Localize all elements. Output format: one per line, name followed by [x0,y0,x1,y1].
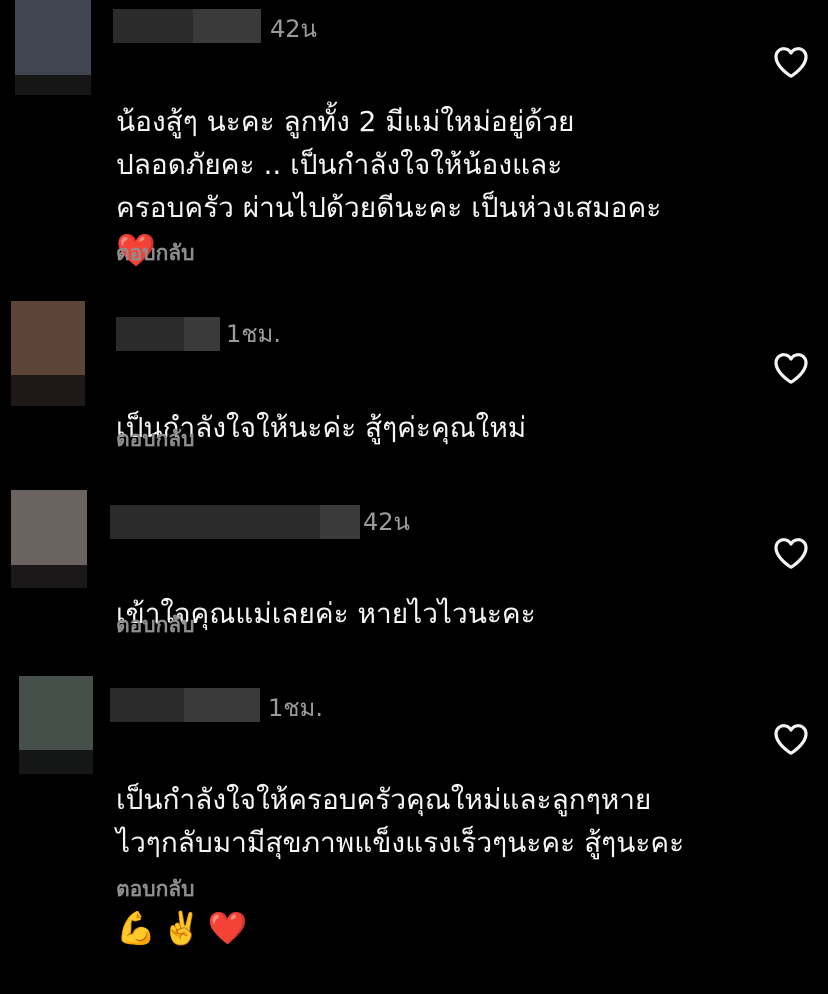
avatar[interactable] [11,490,97,588]
comment-timestamp: 42น [270,15,317,43]
like-button[interactable] [771,719,811,759]
reply-button[interactable]: ตอบกลับ [116,875,195,903]
reply-button[interactable]: ตอบกลับ [116,425,195,453]
like-button[interactable] [771,348,811,388]
username-redacted[interactable] [110,505,360,539]
reply-button[interactable]: ตอบกลับ [116,611,195,639]
heart-outline-icon [774,353,808,384]
avatar[interactable] [11,301,105,406]
comment-text-body: เป็นกำลังใจให้ครอบครัวคุณใหม่และลูกๆหาย … [116,783,685,859]
comment-text: เป็นกำลังใจให้ครอบครัวคุณใหม่และลูกๆหาย … [116,735,766,994]
heart-outline-icon [774,724,808,755]
username-redacted[interactable] [116,317,220,351]
comment-text: น้องสู้ๆ นะคะ ลูกทั้ง 2 มีแม่ใหม่อยู่ด้ว… [116,57,766,316]
comment-timestamp: 42น [363,508,410,536]
comment-timestamp: 1ชม. [226,320,282,348]
comment-emoji-row: ❤️ [116,229,766,273]
username-redacted[interactable] [110,688,260,722]
red-heart-emoji: ❤️ [207,909,248,947]
heart-outline-icon [774,538,808,569]
username-redacted[interactable] [113,9,261,43]
comment-timestamp: 1ชม. [268,694,324,722]
like-button[interactable] [771,533,811,573]
reply-button[interactable]: ตอบกลับ [116,239,195,267]
like-button[interactable] [771,42,811,82]
avatar[interactable] [19,676,95,774]
heart-outline-icon [774,47,808,78]
victory-hand-emoji: ✌️ [161,909,202,947]
comment-emoji-row: 💪 ✌️ ❤️ [116,864,766,951]
comment-text-body: น้องสู้ๆ นะคะ ลูกทั้ง 2 มีแม่ใหม่อยู่ด้ว… [116,105,662,224]
comment-text: เข้าใจคุณแม่เลยค่ะ หายไวไวนะคะ [116,549,766,635]
flexed-biceps-emoji: 💪 [116,909,156,947]
comment-text: เป็นกำลังใจให้นะค่ะ สู้ๆค่ะคุณใหม่ [116,363,766,449]
avatar[interactable] [15,0,99,95]
